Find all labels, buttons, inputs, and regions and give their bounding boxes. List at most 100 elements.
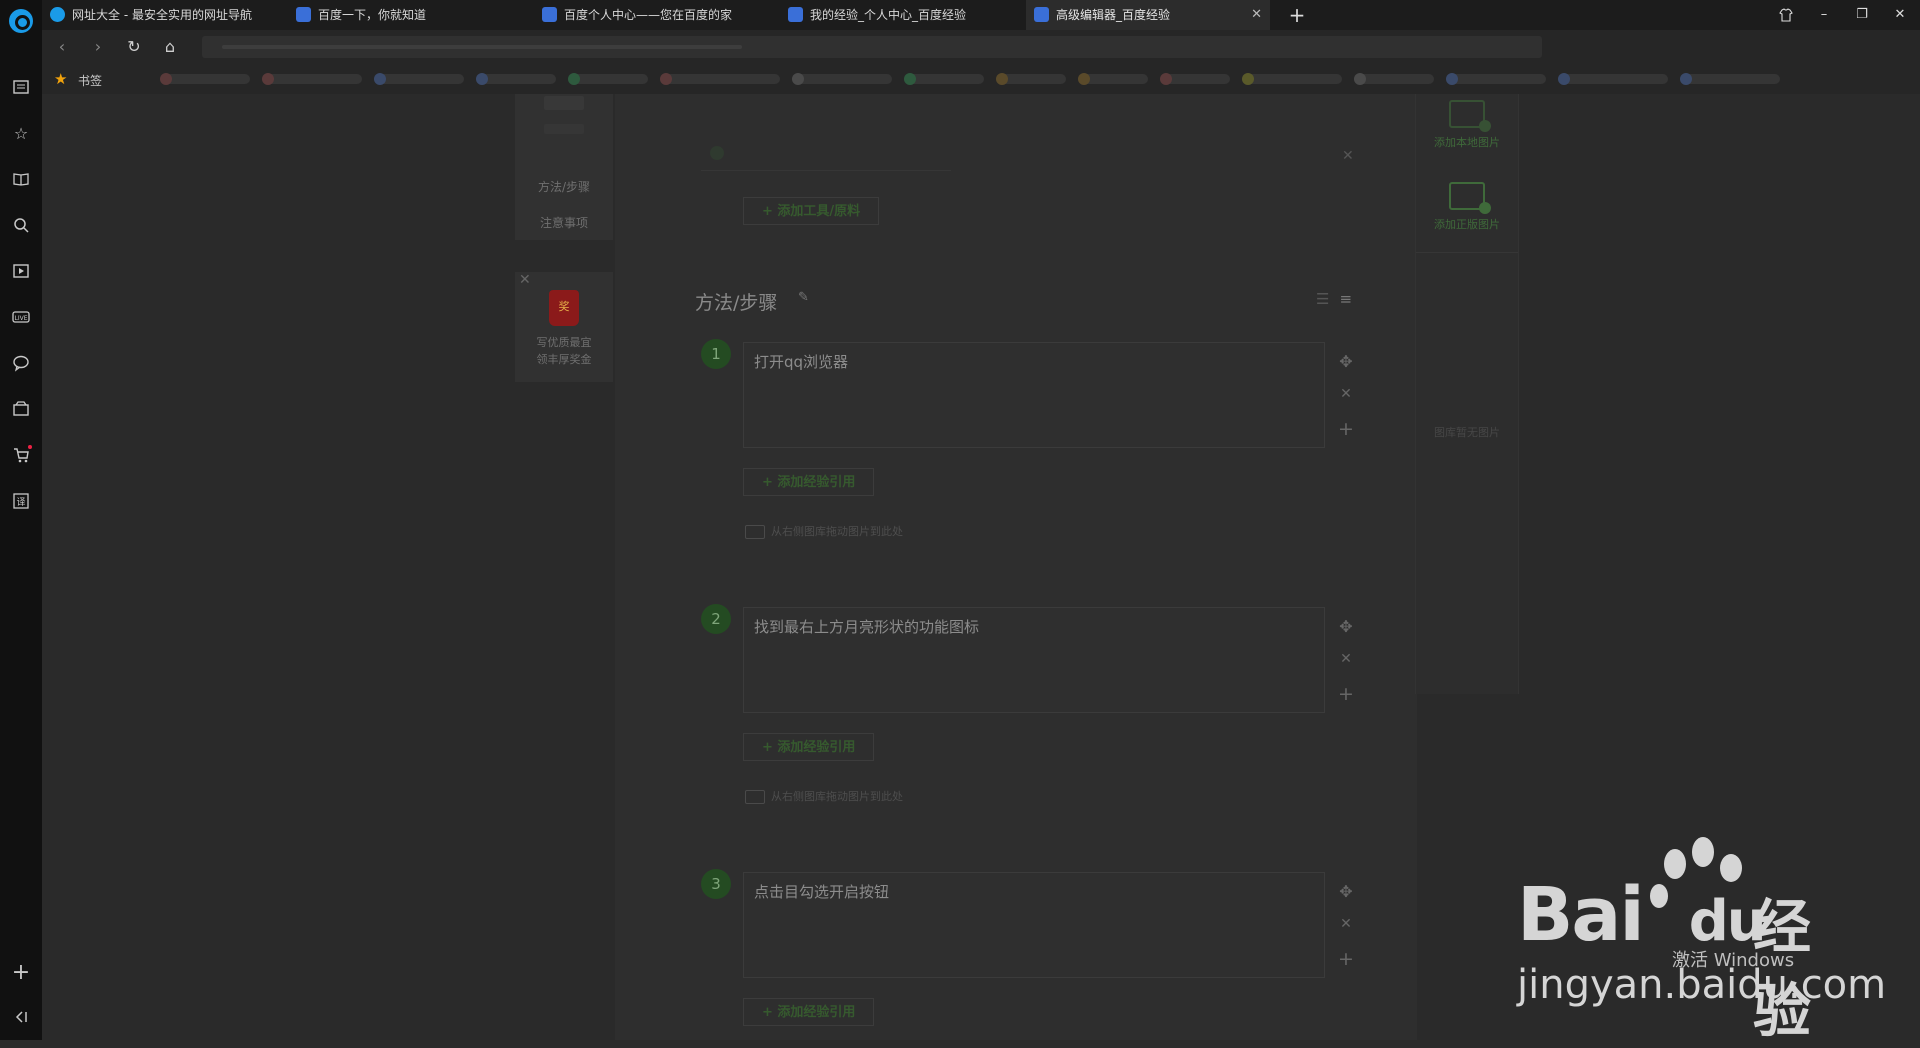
step-text-editor[interactable]: 点击目勾选开启按钮 [743, 872, 1325, 978]
add-quote-button[interactable]: + 添加经验引用 [743, 468, 875, 496]
shopping-cart-icon[interactable] [11, 445, 32, 466]
bookmark-item[interactable] [262, 73, 362, 85]
restore-icon[interactable]: ❐ [1845, 0, 1879, 30]
baidu-paw-favicon-icon [296, 7, 311, 22]
promo-badge: 奖 [558, 300, 570, 313]
live-icon[interactable]: LIVE [11, 308, 31, 328]
add-step-icon[interactable]: + [1338, 683, 1354, 705]
outline-item-notes[interactable]: 注意事项 [515, 214, 613, 231]
bookmark-item[interactable] [996, 73, 1066, 85]
section-title: 方法/步骤 [695, 292, 778, 314]
outline-nav: 方法/步骤 注意事项 [515, 94, 613, 240]
bookmark-item[interactable] [476, 73, 556, 85]
tab-label: 网址大全 - 最安全实用的网址导航 [72, 8, 252, 22]
outline-item-blurred[interactable] [544, 96, 584, 110]
bookmark-item[interactable] [374, 73, 464, 85]
bookmark-item[interactable] [660, 73, 780, 85]
red-packet-icon: 奖 [549, 290, 579, 326]
address-bar[interactable] [202, 36, 1542, 58]
step-number: 1 [701, 339, 731, 369]
add-step-icon[interactable]: + [1338, 418, 1354, 440]
move-step-icon[interactable]: ✥ [1338, 882, 1354, 901]
delete-step-icon[interactable]: ✕ [1338, 386, 1354, 402]
add-local-image-label: 添加本地图片 [1434, 136, 1500, 149]
skin-shirt-icon[interactable] [1769, 0, 1803, 30]
add-tool-material-button[interactable]: + 添加工具/原料 [743, 197, 880, 225]
refresh-icon[interactable]: ↻ [124, 37, 144, 57]
add-licensed-image-button[interactable]: 添加正版图片 [1416, 182, 1518, 252]
edit-pencil-icon[interactable]: ✎ [798, 290, 809, 305]
tab-hao123[interactable]: 网址大全 - 最安全实用的网址导航 [42, 0, 286, 30]
step-text-editor[interactable]: 找到最右上方月亮形状的功能图标 [743, 607, 1325, 713]
delete-tool-icon[interactable]: ✕ [1342, 148, 1354, 164]
bookmark-item[interactable] [1242, 73, 1342, 85]
qq-browser-logo-icon[interactable] [9, 9, 33, 33]
detail-view-icon[interactable]: ≡ [1339, 290, 1352, 308]
view-toggle: ☰ ≡ [1306, 290, 1352, 308]
notification-dot [28, 445, 32, 449]
bookmark-item[interactable] [1354, 73, 1434, 85]
bookmark-item[interactable] [1446, 73, 1546, 85]
video-icon[interactable] [11, 262, 31, 282]
bookmarks-label[interactable]: 书签 [78, 72, 102, 89]
translate-icon[interactable]: 译 [11, 492, 31, 512]
bookmark-bar: ★ 书签 [42, 64, 1920, 94]
move-step-icon[interactable]: ✥ [1338, 617, 1354, 636]
tab-advanced-editor[interactable]: 高级编辑器_百度经验 ✕ [1026, 0, 1270, 30]
outline-item-blurred[interactable] [544, 124, 584, 134]
reward-promo[interactable]: ✕ 奖 写优质最宜 领丰厚奖金 [515, 272, 613, 382]
close-icon[interactable]: ✕ [519, 272, 531, 288]
svg-text:译: 译 [16, 497, 25, 508]
app-sidebar: ☆ LIVE 译 + [0, 0, 42, 1040]
svg-text:LIVE: LIVE [14, 315, 27, 322]
image-drop-hint: 从右侧图库拖动图片到此处 [745, 523, 903, 539]
new-tab-button[interactable]: + [1282, 0, 1312, 30]
mailbox-icon[interactable] [11, 400, 31, 420]
bookmark-item[interactable] [1558, 73, 1668, 85]
minimize-icon[interactable]: – [1807, 0, 1841, 30]
tab-close-icon[interactable]: ✕ [1251, 0, 1262, 30]
tool-material-input[interactable] [701, 146, 951, 171]
outline-item-steps[interactable]: 方法/步骤 [515, 178, 613, 195]
tab-baidu-profile[interactable]: 百度个人中心——您在百度的家 [534, 0, 778, 30]
news-icon[interactable] [11, 78, 31, 98]
search-icon[interactable] [11, 216, 31, 236]
add-licensed-image-label: 添加正版图片 [1434, 218, 1500, 231]
reader-book-icon[interactable] [11, 170, 31, 190]
image-library-empty: 图库暂无图片 [1434, 426, 1500, 439]
navigation-bar: ‹ › ↻ ⌂ [42, 30, 1920, 64]
tab-my-jingyan[interactable]: 我的经验_个人中心_百度经验 [780, 0, 1024, 30]
baidu-paw-favicon-icon [1034, 7, 1049, 22]
step-text-editor[interactable]: 打开qq浏览器 [743, 342, 1325, 448]
close-window-icon[interactable]: ✕ [1883, 0, 1917, 30]
add-quote-button[interactable]: + 添加经验引用 [743, 733, 875, 761]
bookmark-item[interactable] [792, 73, 892, 85]
favorites-star-icon[interactable]: ☆ [11, 124, 31, 144]
step-number: 2 [701, 604, 731, 634]
bookmark-item[interactable] [1160, 73, 1230, 85]
chat-bubble-icon[interactable] [11, 354, 31, 374]
bookmark-item[interactable] [904, 73, 984, 85]
page-content: 方法/步骤 注意事项 ✕ 奖 写优质最宜 领丰厚奖金 ✕ + 添加工具/原料 方… [42, 94, 1920, 1045]
list-view-icon[interactable]: ☰ [1316, 290, 1329, 308]
delete-step-icon[interactable]: ✕ [1338, 651, 1354, 667]
bookmark-item[interactable] [1078, 73, 1148, 85]
bookmark-item[interactable] [160, 73, 250, 85]
add-quote-button[interactable]: + 添加经验引用 [743, 998, 875, 1026]
back-icon[interactable]: ‹ [52, 37, 72, 57]
baidu-paw-favicon-icon [788, 7, 803, 22]
collapse-sidebar-icon[interactable] [11, 1008, 31, 1028]
bookmark-item[interactable] [1680, 73, 1780, 85]
delete-step-icon[interactable]: ✕ [1338, 916, 1354, 932]
promo-text: 写优质最宜 领丰厚奖金 [515, 334, 613, 368]
forward-icon[interactable]: › [88, 37, 108, 57]
move-step-icon[interactable]: ✥ [1338, 352, 1354, 371]
tab-baidu-home[interactable]: 百度一下，你就知道 [288, 0, 532, 30]
watermark-url: jingyan.baidu.com [1517, 962, 1887, 1008]
bookmark-item[interactable] [568, 73, 648, 85]
add-step-icon[interactable]: + [1338, 948, 1354, 970]
add-plugin-icon[interactable]: + [11, 962, 31, 984]
home-icon[interactable]: ⌂ [160, 37, 180, 57]
add-local-image-button[interactable]: 添加本地图片 [1416, 94, 1518, 164]
address-text-blurred [222, 45, 742, 49]
